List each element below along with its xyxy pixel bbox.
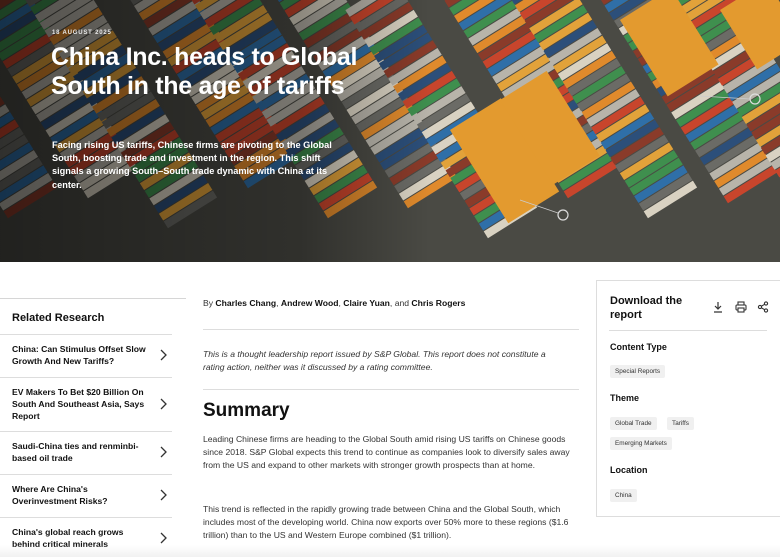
divider	[203, 329, 579, 330]
author-link[interactable]: Charles Chang	[215, 298, 276, 308]
related-research-heading: Related Research	[12, 312, 105, 324]
byline-prefix: By	[203, 298, 214, 308]
hero-summary: Facing rising US tariffs, Chinese firms …	[52, 140, 332, 190]
download-report-link[interactable]: Download the report	[610, 294, 700, 322]
disclaimer: This is a thought leadership report issu…	[203, 349, 546, 372]
chevron-right-icon	[160, 349, 167, 361]
author-link[interactable]: Chris Rogers	[411, 298, 465, 308]
content-type-tag[interactable]: Special Reports	[610, 365, 666, 378]
related-research-list: China: Can Stimulus Offset Slow Growth A…	[0, 334, 172, 557]
print-icon[interactable]	[735, 301, 747, 313]
theme-tag[interactable]: Tariffs	[667, 417, 694, 430]
chevron-right-icon	[160, 398, 167, 410]
author-link[interactable]: Claire Yuan	[343, 298, 390, 308]
location-label: Location	[610, 465, 648, 475]
hero-shade	[0, 0, 430, 262]
summary-paragraph: This trend is reflected in the rapidly g…	[203, 504, 569, 540]
theme-label: Theme	[610, 393, 640, 403]
related-item[interactable]: China: Can Stimulus Offset Slow Growth A…	[0, 334, 172, 377]
summary-paragraph: Leading Chinese firms are heading to the…	[203, 434, 570, 470]
related-research: Related Research China: Can Stimulus Off…	[0, 298, 186, 549]
chevron-right-icon	[160, 532, 167, 544]
share-icon[interactable]	[757, 301, 769, 313]
divider	[609, 330, 767, 331]
theme-tag[interactable]: Global Trade	[610, 417, 657, 430]
chevron-right-icon	[160, 446, 167, 458]
bottom-fade	[0, 545, 780, 557]
divider	[203, 389, 579, 390]
report-info-panel: Download the report Content Type Special…	[596, 280, 780, 517]
related-item[interactable]: EV Makers To Bet $20 Billion On South An…	[0, 377, 172, 431]
related-item-label: China: Can Stimulus Offset Slow Growth A…	[12, 344, 146, 366]
theme-tag[interactable]: Emerging Markets	[610, 437, 672, 450]
download-icon[interactable]	[712, 301, 724, 313]
related-item-label: Where Are China's Overinvestment Risks?	[12, 484, 108, 506]
publish-date: 18 AUGUST 2025	[52, 30, 112, 36]
location-tag[interactable]: China	[610, 489, 637, 502]
author-link[interactable]: Andrew Wood	[281, 298, 339, 308]
page-title: China Inc. heads to Global South in the …	[51, 43, 358, 100]
related-item-label: Saudi-China ties and renminbi-based oil …	[12, 441, 139, 463]
summary-heading: Summary	[203, 400, 290, 421]
content-type-label: Content Type	[610, 342, 667, 352]
hero-banner: 18 AUGUST 2025 China Inc. heads to Globa…	[0, 0, 780, 262]
byline: By Charles Chang, Andrew Wood, Claire Yu…	[203, 298, 466, 308]
byline-and: and	[394, 298, 410, 308]
related-item-label: EV Makers To Bet $20 Billion On South An…	[12, 387, 145, 421]
related-item[interactable]: Where Are China's Overinvestment Risks?	[0, 474, 172, 517]
related-item[interactable]: Saudi-China ties and renminbi-based oil …	[0, 431, 172, 474]
chevron-right-icon	[160, 489, 167, 501]
